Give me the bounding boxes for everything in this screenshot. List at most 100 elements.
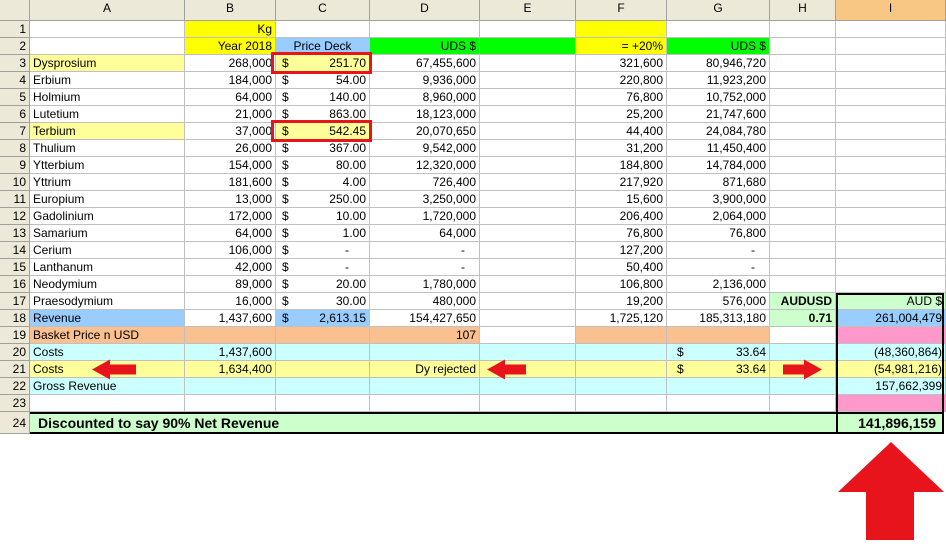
cell-h7[interactable] — [770, 123, 836, 140]
cell-e15[interactable] — [480, 259, 576, 276]
cell-h6[interactable] — [770, 106, 836, 123]
cell-e10[interactable] — [480, 174, 576, 191]
element-name[interactable]: Yttrium — [30, 174, 185, 191]
element-kg[interactable]: 172,000 — [185, 208, 276, 225]
header-plus-20[interactable]: = +20% — [576, 38, 667, 55]
revenue-price-total[interactable]: $2,613.15 — [276, 310, 370, 327]
cell-i9[interactable] — [836, 157, 946, 174]
costs-2-kg[interactable]: 1,634,400 — [185, 361, 276, 378]
row-header-17[interactable]: 17 — [0, 293, 30, 310]
cell-c19[interactable] — [276, 327, 370, 344]
element-price[interactable]: $250.00 — [276, 191, 370, 208]
select-all-corner[interactable] — [0, 0, 30, 21]
cell-g1[interactable] — [667, 21, 770, 38]
row-header-5[interactable]: 5 — [0, 89, 30, 106]
element-kg[interactable]: 89,000 — [185, 276, 276, 293]
costs-label[interactable]: Costs — [30, 344, 185, 361]
header-kg[interactable]: Kg — [185, 21, 276, 38]
header-uds-usd-2[interactable]: UDS $ — [667, 38, 770, 55]
revenue-kg-total[interactable]: 1,437,600 — [185, 310, 276, 327]
header-uds-usd[interactable]: UDS $ — [370, 38, 480, 55]
element-plus-20[interactable]: 321,600 — [576, 55, 667, 72]
column-header-h[interactable]: H — [770, 0, 836, 21]
element-uds[interactable]: 480,000 — [370, 293, 480, 310]
element-uds-2[interactable]: 11,450,400 — [667, 140, 770, 157]
row-header-3[interactable]: 3 — [0, 55, 30, 72]
cell-e5[interactable] — [480, 89, 576, 106]
column-header-e[interactable]: E — [480, 0, 576, 21]
element-uds-2[interactable]: 24,084,780 — [667, 123, 770, 140]
cell-i5[interactable] — [836, 89, 946, 106]
cell-i7[interactable] — [836, 123, 946, 140]
cell-g23[interactable] — [667, 395, 770, 412]
row-header-6[interactable]: 6 — [0, 106, 30, 123]
element-uds[interactable]: 12,320,000 — [370, 157, 480, 174]
cell-e23[interactable] — [480, 395, 576, 412]
cell-e2[interactable] — [480, 38, 576, 55]
element-uds[interactable]: 67,455,600 — [370, 55, 480, 72]
element-uds[interactable]: 9,542,000 — [370, 140, 480, 157]
basket-price-value[interactable]: 107 — [370, 327, 480, 344]
cell-h4[interactable] — [770, 72, 836, 89]
column-header-b[interactable]: B — [185, 0, 276, 21]
element-uds[interactable]: 3,250,000 — [370, 191, 480, 208]
row-header-18[interactable]: 18 — [0, 310, 30, 327]
cell-b22[interactable] — [185, 378, 276, 395]
element-plus-20[interactable]: 50,400 — [576, 259, 667, 276]
element-uds[interactable]: 8,960,000 — [370, 89, 480, 106]
cell-e12[interactable] — [480, 208, 576, 225]
cell-i4[interactable] — [836, 72, 946, 89]
element-uds[interactable]: 9,936,000 — [370, 72, 480, 89]
element-kg[interactable]: 268,000 — [185, 55, 276, 72]
header-year-2018[interactable]: Year 2018 — [185, 38, 276, 55]
cell-f22[interactable] — [576, 378, 667, 395]
row-header-4[interactable]: 4 — [0, 72, 30, 89]
element-kg[interactable]: 21,000 — [185, 106, 276, 123]
element-kg[interactable]: 16,000 — [185, 293, 276, 310]
element-name[interactable]: Erbium — [30, 72, 185, 89]
cell-f23[interactable] — [576, 395, 667, 412]
element-plus-20[interactable]: 76,800 — [576, 225, 667, 242]
element-uds[interactable]: - — [370, 259, 480, 276]
cell-i15[interactable] — [836, 259, 946, 276]
element-uds[interactable]: 1,720,000 — [370, 208, 480, 225]
cell-d23[interactable] — [370, 395, 480, 412]
costs-aud[interactable]: (48,360,864) — [836, 344, 946, 361]
cell-h21[interactable] — [770, 361, 836, 378]
row-header-16[interactable]: 16 — [0, 276, 30, 293]
element-kg[interactable]: 154,000 — [185, 157, 276, 174]
element-kg[interactable]: 42,000 — [185, 259, 276, 276]
element-kg[interactable]: 106,000 — [185, 242, 276, 259]
element-uds-2[interactable]: 871,680 — [667, 174, 770, 191]
revenue-aud[interactable]: 261,004,479 — [836, 310, 946, 327]
element-uds-2[interactable]: 11,923,200 — [667, 72, 770, 89]
row-header-12[interactable]: 12 — [0, 208, 30, 225]
basket-price-label[interactable]: Basket Price n USD — [30, 327, 185, 344]
cell-h12[interactable] — [770, 208, 836, 225]
element-plus-20[interactable]: 184,800 — [576, 157, 667, 174]
element-price[interactable]: $80.00 — [276, 157, 370, 174]
cell-h14[interactable] — [770, 242, 836, 259]
cell-e18[interactable] — [480, 310, 576, 327]
cell-e14[interactable] — [480, 242, 576, 259]
costs-per-kg[interactable]: $33.64 — [667, 344, 770, 361]
element-name[interactable]: Dysprosium — [30, 55, 185, 72]
header-aud[interactable]: AUD $ — [836, 293, 946, 310]
cell-e19[interactable] — [480, 327, 576, 344]
element-price[interactable]: $54.00 — [276, 72, 370, 89]
row-header-9[interactable]: 9 — [0, 157, 30, 174]
cell-c23[interactable] — [276, 395, 370, 412]
row-header-7[interactable]: 7 — [0, 123, 30, 140]
cell-g19[interactable] — [667, 327, 770, 344]
cell-e17[interactable] — [480, 293, 576, 310]
cell-i19[interactable] — [836, 327, 946, 344]
element-kg[interactable]: 64,000 — [185, 225, 276, 242]
row-header-19[interactable]: 19 — [0, 327, 30, 344]
cell-h13[interactable] — [770, 225, 836, 242]
element-price[interactable]: $140.00 — [276, 89, 370, 106]
cell-e4[interactable] — [480, 72, 576, 89]
cell-f1[interactable] — [576, 21, 667, 38]
costs-kg[interactable]: 1,437,600 — [185, 344, 276, 361]
cell-h16[interactable] — [770, 276, 836, 293]
cell-c20[interactable] — [276, 344, 370, 361]
